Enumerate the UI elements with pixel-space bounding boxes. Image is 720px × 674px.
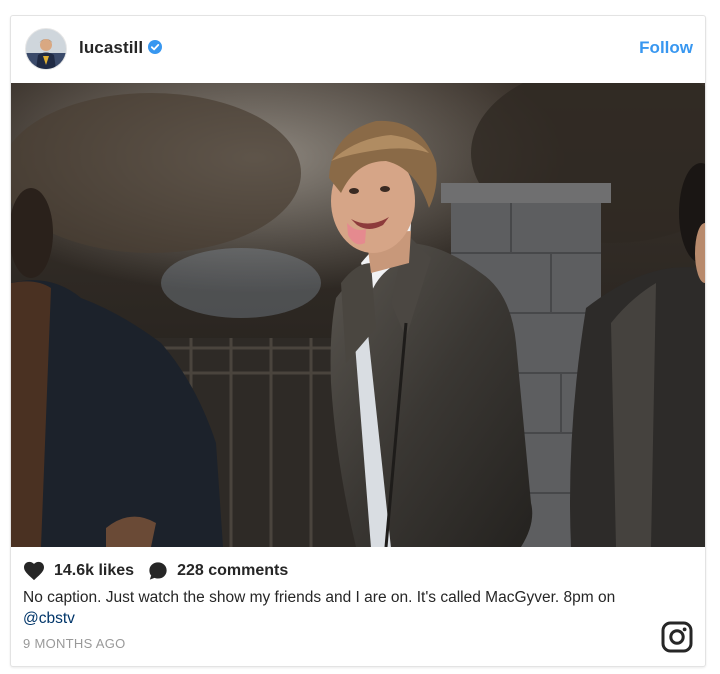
comments-count: 228 comments [177,562,289,579]
instagram-icon[interactable] [661,621,693,653]
heart-icon [24,561,44,581]
avatar[interactable] [25,28,67,70]
comments-stat[interactable]: 228 comments [148,561,288,581]
likes-count: 14.6k likes [54,562,135,579]
post-caption: No caption. Just watch the show my frien… [23,587,623,629]
follow-button[interactable]: Follow [639,38,693,58]
comment-bubble-icon [149,562,167,580]
post-timestamp: 9 MONTHS AGO [23,636,126,651]
likes-stat[interactable]: 14.6k likes [23,561,134,581]
post-photo[interactable] [11,83,705,547]
verified-badge-icon [148,40,162,54]
mention-link[interactable]: @cbstv [23,610,75,627]
username-link[interactable]: lucastill [79,38,143,58]
instagram-embed-card: lucastill Follow 14.6k likes 228 comment… [10,15,706,667]
post-header: lucastill Follow [11,16,705,82]
engagement-stats: 14.6k likes 228 comments [23,560,288,582]
caption-text: No caption. Just watch the show my frien… [23,589,616,606]
